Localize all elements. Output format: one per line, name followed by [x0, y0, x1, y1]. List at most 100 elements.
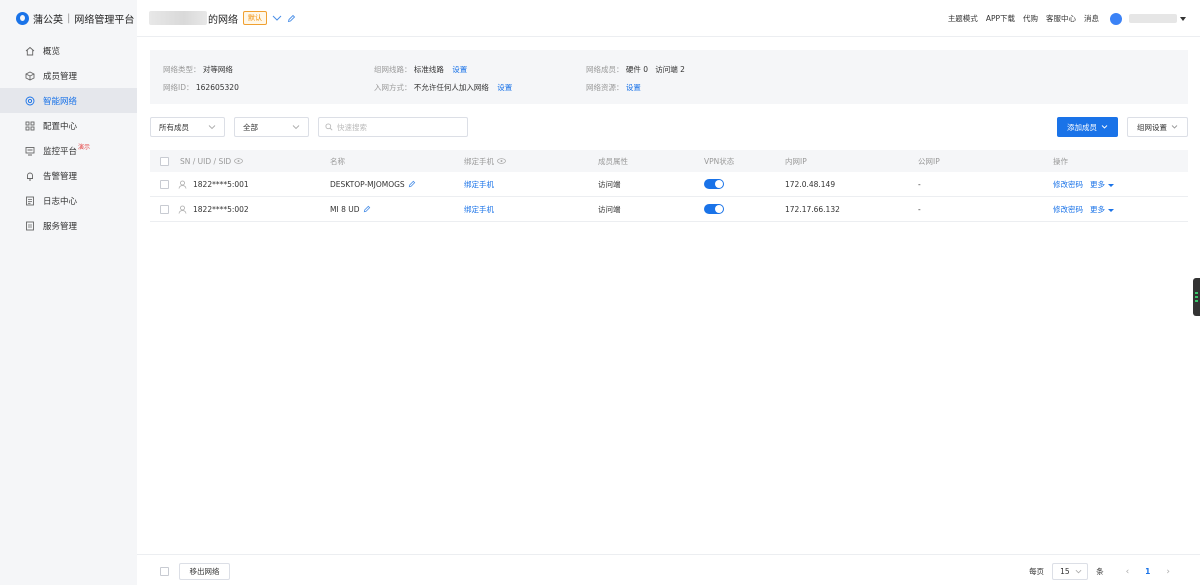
sidebar-item-config-center[interactable]: 配置中心 — [0, 113, 137, 138]
column-vpn: VPN状态 — [704, 156, 735, 166]
sidebar-item-alerts[interactable]: 告警管理 — [0, 163, 137, 188]
resource-settings-link[interactable]: 设置 — [626, 83, 641, 92]
edit-pencil-icon[interactable] — [408, 180, 416, 188]
select-all-checkbox[interactable] — [160, 156, 169, 166]
sidebar-item-label: 日志中心 — [43, 196, 78, 207]
chevron-down-icon — [1101, 124, 1108, 130]
route-settings-link[interactable]: 设置 — [452, 65, 467, 74]
support-center-link[interactable]: 客服中心 — [1046, 13, 1076, 24]
search-input[interactable]: 快速搜索 — [318, 117, 468, 137]
sidebar-item-label: 告警管理 — [43, 171, 78, 182]
edit-pencil-icon[interactable] — [363, 205, 371, 213]
column-sn: SN / UID / SID — [180, 156, 232, 166]
sidebar-item-label: 服务管理 — [43, 221, 78, 232]
footer-select-all-checkbox[interactable] — [160, 567, 169, 576]
status-filter-select[interactable]: 全部 — [234, 117, 309, 137]
username-redacted[interactable] — [1129, 14, 1177, 23]
add-member-button[interactable]: 添加成员 — [1057, 117, 1118, 137]
sidebar-item-label: 概览 — [43, 46, 61, 57]
purchase-link[interactable]: 代购 — [1023, 13, 1038, 24]
table-row: 1822****5:002 MI 8 UD 绑定手机 访问端 172.17.66… — [150, 197, 1188, 222]
sidebar-item-log-center[interactable]: 日志中心 — [0, 188, 137, 213]
sidebar-item-label: 配置中心 — [43, 121, 78, 132]
caret-down-icon — [1108, 208, 1114, 212]
member-attr: 访问端 — [598, 179, 621, 189]
app-logo[interactable]: 蒲公英 | 网络管理平台 — [0, 0, 137, 36]
column-phone: 绑定手机 — [464, 156, 494, 166]
prev-page-icon[interactable]: ‹ — [1126, 567, 1130, 577]
column-name: 名称 — [330, 156, 345, 166]
vpn-toggle[interactable] — [704, 204, 724, 214]
user-icon — [178, 180, 187, 189]
join-mode-value: 不允许任何人加入网络 — [413, 83, 489, 92]
more-dropdown[interactable]: 更多 — [1090, 204, 1114, 215]
brand-logo-icon — [16, 11, 29, 25]
network-id-value: 162605320 — [195, 83, 239, 92]
messages-link[interactable]: 消息 — [1084, 13, 1099, 24]
change-password-link[interactable]: 修改密码 — [1053, 179, 1083, 190]
eye-icon[interactable] — [497, 158, 506, 164]
vpn-toggle[interactable] — [704, 179, 724, 189]
more-dropdown[interactable]: 更多 — [1090, 179, 1114, 190]
log-icon — [25, 196, 35, 206]
default-tag: 默认 — [243, 11, 267, 25]
per-page-label: 每页 — [1029, 567, 1045, 576]
member-attr: 访问端 — [598, 204, 621, 214]
side-panel-handle[interactable] — [1193, 278, 1200, 316]
members-table: SN / UID / SID 名称 绑定手机 成员属性 VPN状态 内网IP 公… — [150, 150, 1188, 222]
current-page[interactable]: 1 — [1145, 567, 1150, 576]
column-ops: 操作 — [1053, 156, 1068, 166]
top-right-menu: 主题模式 APP下载 代购 客服中心 消息 — [940, 0, 1186, 37]
table-header: SN / UID / SID 名称 绑定手机 成员属性 VPN状态 内网IP 公… — [150, 150, 1188, 172]
user-icon — [178, 205, 187, 214]
wan-ip: - — [918, 179, 921, 189]
row-checkbox[interactable] — [160, 179, 169, 189]
route-value: 标准线路 — [413, 65, 444, 74]
network-info-panel: 网络类型： 对等网络 组网线路： 标准线路 设置 网络成员： 硬件 0 访问端 … — [150, 50, 1188, 104]
sidebar-item-label: 监控平台 — [43, 146, 78, 157]
user-menu-caret-icon[interactable] — [1180, 16, 1186, 21]
cube-icon — [25, 70, 35, 81]
member-name: MI 8 UD — [330, 204, 360, 214]
row-checkbox[interactable] — [160, 204, 169, 214]
sidebar-item-monitor-platform[interactable]: 监控平台 演示 — [0, 138, 137, 163]
sidebar-item-service-management[interactable]: 服务管理 — [0, 213, 137, 238]
caret-down-icon — [1108, 183, 1114, 187]
brand-name: 蒲公英 — [33, 14, 63, 26]
edit-pencil-icon[interactable] — [287, 14, 296, 23]
theme-mode-link[interactable]: 主题模式 — [948, 13, 978, 24]
next-page-icon[interactable]: › — [1166, 567, 1170, 577]
chevron-down-icon — [292, 123, 300, 133]
lan-ip: 172.17.66.132 — [785, 204, 840, 214]
sidebar: 蒲公英 | 网络管理平台 概览 成员管理 智能网络 配置中心 监控平台 演示 告… — [0, 0, 137, 585]
network-settings-button[interactable]: 组网设置 — [1127, 117, 1188, 137]
search-placeholder: 快速搜索 — [337, 122, 367, 132]
bind-phone-link[interactable]: 绑定手机 — [464, 172, 494, 196]
join-settings-link[interactable]: 设置 — [497, 83, 512, 92]
network-icon — [25, 96, 35, 106]
column-lan-ip: 内网IP — [785, 156, 807, 166]
platform-name: 网络管理平台 — [74, 14, 135, 26]
sidebar-item-label: 成员管理 — [43, 71, 78, 82]
avatar[interactable] — [1110, 12, 1122, 25]
member-sn: 1822****5:001 — [193, 179, 249, 189]
home-icon — [25, 46, 35, 56]
app-download-link[interactable]: APP下载 — [986, 13, 1015, 24]
member-filter-select[interactable]: 所有成员 — [150, 117, 225, 137]
network-title: 的网络 — [208, 14, 238, 26]
per-page-unit: 条 — [1096, 567, 1104, 576]
service-icon — [25, 221, 35, 231]
remove-from-network-button[interactable]: 移出网络 — [179, 563, 230, 580]
sidebar-item-overview[interactable]: 概览 — [0, 38, 137, 63]
change-password-link[interactable]: 修改密码 — [1053, 204, 1083, 215]
sidebar-item-smart-network[interactable]: 智能网络 — [0, 88, 137, 113]
pagination: 每页 15 条 ‹ 1 › — [1029, 563, 1180, 580]
demo-badge: 演示 — [78, 144, 91, 151]
eye-icon[interactable] — [234, 158, 244, 164]
bind-phone-link[interactable]: 绑定手机 — [464, 197, 494, 221]
page-size-select[interactable]: 15 — [1052, 563, 1089, 580]
filter-bar: 所有成员 全部 快速搜索 添加成员 组网设置 — [150, 117, 1188, 137]
member-sn: 1822****5:002 — [193, 204, 249, 214]
sidebar-item-members[interactable]: 成员管理 — [0, 63, 137, 88]
chevron-down-icon[interactable] — [272, 14, 282, 22]
